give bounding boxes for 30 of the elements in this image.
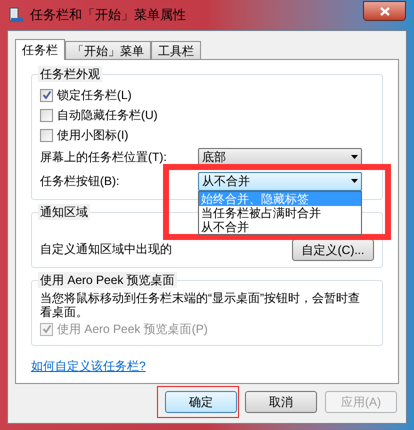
- dropdown-option[interactable]: 当任务栏被占满时合并: [199, 206, 361, 220]
- tab[interactable]: 任务栏: [15, 39, 65, 60]
- customize-button[interactable]: 自定义(C)...: [292, 239, 374, 261]
- checkbox[interactable]: [40, 128, 53, 142]
- checkbox-label: 自动隐藏任务栏(U): [57, 107, 158, 123]
- checkbox[interactable]: [40, 88, 53, 102]
- group-title: 使用 Aero Peek 预览桌面: [38, 272, 177, 288]
- close-button[interactable]: [363, 1, 406, 21]
- window-title: 任务栏和「开始」菜单属性: [30, 7, 186, 23]
- tab[interactable]: 「开始」菜单: [65, 41, 151, 59]
- peek-description: 当您将鼠标移动到任务栏末端的“显示桌面”按钮时，会暂时查看桌面。: [40, 291, 361, 319]
- dropdown[interactable]: 从不合并: [198, 172, 362, 190]
- field-label: 任务栏按钮(B):: [40, 173, 120, 189]
- checkbox-label: 使用 Aero Peek 预览桌面(P): [57, 321, 208, 337]
- group-title: 通知区域: [38, 204, 90, 220]
- checkbox[interactable]: [40, 108, 53, 122]
- group-title: 任务栏外观: [38, 66, 102, 82]
- dropdown-option[interactable]: 从不合并: [199, 220, 361, 234]
- checkbox-label: 锁定任务栏(L): [57, 87, 132, 103]
- dropdown-arrow-icon: [351, 179, 358, 183]
- dialog-button[interactable]: 取消: [245, 391, 317, 413]
- field-label: 屏幕上的任务栏位置(T):: [40, 149, 168, 165]
- help-link[interactable]: 如何自定义该任务栏?: [31, 358, 146, 374]
- dialog-button[interactable]: 确定: [165, 391, 237, 413]
- taskbar-icon: [8, 7, 24, 23]
- dropdown-arrow-icon: [351, 155, 358, 159]
- tab[interactable]: 工具栏: [151, 41, 201, 59]
- notification-text: 自定义通知区域中出现的: [40, 241, 172, 257]
- checkbox-label: 使用小图标(I): [57, 127, 128, 143]
- close-icon: [380, 6, 390, 16]
